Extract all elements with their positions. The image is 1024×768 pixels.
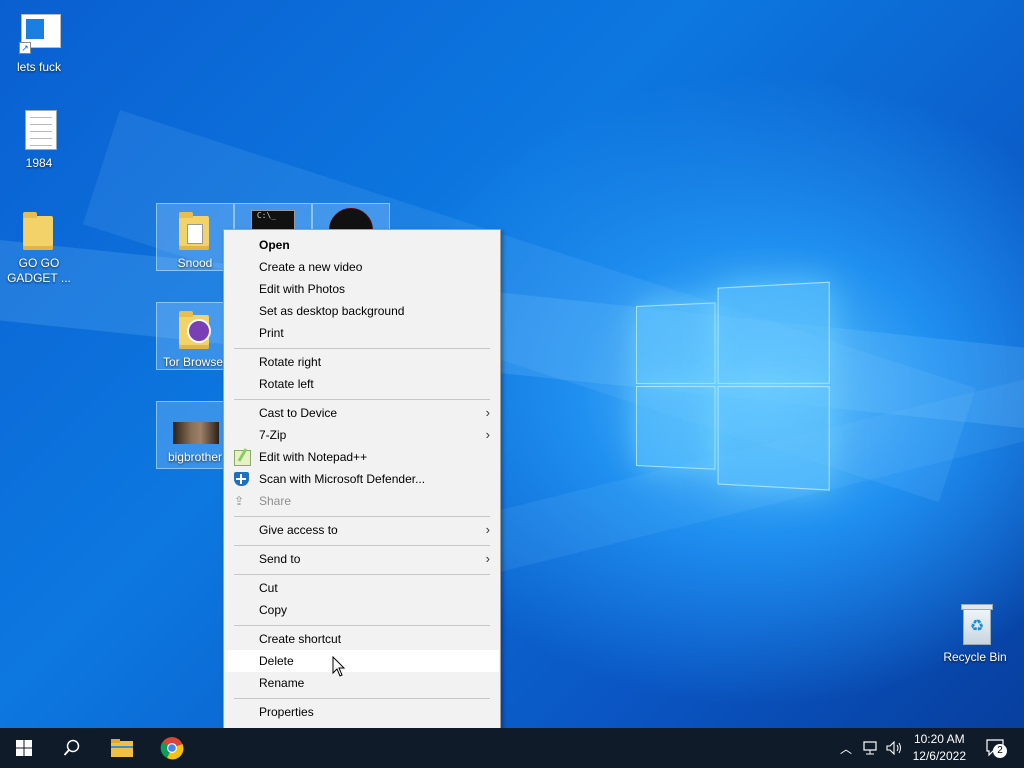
menu-item-create-shortcut[interactable]: Create shortcut (225, 628, 499, 650)
chevron-right-icon: › (485, 522, 490, 537)
folder-icon (17, 208, 61, 252)
file-explorer-icon (111, 739, 133, 757)
icon-label: Tor Browser (162, 355, 227, 369)
menu-item-7zip[interactable]: 7-Zip › (225, 424, 499, 446)
menu-separator (234, 625, 490, 626)
icon-label: 1984 (25, 156, 53, 170)
windows-start-icon (16, 740, 32, 756)
menu-item-rotate-right[interactable]: Rotate right (225, 351, 499, 373)
recycle-bin-icon: ♻ (953, 602, 997, 646)
search-button[interactable] (48, 728, 96, 768)
image-thumbnail-icon (173, 416, 219, 446)
desktop-icon-bigbrother[interactable]: bigbrother (156, 401, 234, 469)
file-explorer-button[interactable] (98, 728, 146, 768)
icon-label: GO GO GADGET ... (7, 256, 71, 285)
chrome-button[interactable] (148, 728, 196, 768)
network-button[interactable] (860, 728, 882, 768)
menu-item-rotate-left[interactable]: Rotate left (225, 373, 499, 395)
folder-icon (173, 208, 217, 252)
menu-item-edit-with-photos[interactable]: Edit with Photos (225, 278, 499, 300)
menu-item-print[interactable]: Print (225, 322, 499, 344)
icon-label: Recycle Bin (943, 650, 1007, 664)
menu-item-send-to[interactable]: Send to › (225, 548, 499, 570)
chevron-right-icon: › (485, 551, 490, 566)
chevron-up-icon: ︿ (839, 741, 852, 756)
menu-item-scan-defender[interactable]: Scan with Microsoft Defender... (225, 468, 499, 490)
menu-item-cast-to-device[interactable]: Cast to Device › (225, 402, 499, 424)
menu-item-give-access-to[interactable]: Give access to › (225, 519, 499, 541)
clock-date: 12/6/2022 (912, 749, 966, 763)
taskbar: ︿ 10:20 AM 12/6/2022 2 (0, 728, 1024, 768)
windows-logo (636, 279, 830, 491)
desktop[interactable]: ↗ lets fuck 1984 GO GO GADGET ... Snood … (0, 0, 1024, 728)
notification-count-badge: 2 (993, 744, 1007, 758)
desktop-icon-lets-fuck[interactable]: ↗ lets fuck (1, 12, 77, 75)
menu-item-cut[interactable]: Cut (225, 577, 499, 599)
desktop-icon-recycle-bin[interactable]: ♻ Recycle Bin (937, 602, 1013, 665)
chrome-icon (160, 737, 184, 760)
chevron-right-icon: › (485, 427, 490, 442)
icon-label: Snood (177, 256, 213, 270)
mouse-cursor-icon (332, 656, 346, 677)
clock[interactable]: 10:20 AM 12/6/2022 (913, 731, 966, 765)
volume-icon (886, 741, 901, 755)
menu-item-edit-with-notepadpp[interactable]: Edit with Notepad++ (225, 446, 499, 468)
tor-browser-icon (173, 307, 217, 351)
menu-item-share: ⇪ Share (234, 494, 292, 508)
menu-separator (234, 348, 490, 349)
menu-item-set-desktop-background[interactable]: Set as desktop background (225, 300, 499, 322)
context-menu: Open Create a new video Edit with Photos… (223, 229, 501, 728)
menu-separator (234, 399, 490, 400)
menu-separator (234, 698, 490, 699)
menu-separator (234, 574, 490, 575)
share-icon: ⇪ (234, 494, 245, 508)
menu-item-open[interactable]: Open (225, 234, 499, 256)
shortcut-icon: ↗ (17, 12, 61, 56)
volume-button[interactable] (884, 728, 906, 768)
menu-separator (234, 545, 490, 546)
notepadpp-icon (234, 448, 251, 466)
desktop-icon-1984[interactable]: 1984 (1, 108, 77, 171)
action-center-button[interactable]: 2 (978, 728, 1014, 768)
menu-item-rename[interactable]: Rename (225, 672, 499, 694)
menu-item-properties[interactable]: Properties (225, 701, 499, 723)
text-document-icon (17, 108, 61, 152)
menu-item-copy[interactable]: Copy (225, 599, 499, 621)
desktop-icon-snood[interactable]: Snood (156, 203, 234, 271)
desktop-icon-go-go-gadget[interactable]: GO GO GADGET ... (1, 208, 77, 286)
clock-time: 10:20 AM (913, 732, 965, 746)
search-icon (63, 739, 80, 756)
start-button[interactable] (0, 728, 48, 768)
menu-item-delete[interactable]: Delete (225, 650, 499, 672)
icon-label: lets fuck (16, 60, 61, 74)
desktop-icon-tor-browser[interactable]: Tor Browser (156, 302, 234, 370)
show-hidden-icons-button[interactable]: ︿ (836, 728, 856, 768)
menu-separator (234, 516, 490, 517)
menu-item-create-new-video[interactable]: Create a new video (225, 256, 499, 278)
chevron-right-icon: › (485, 405, 490, 420)
defender-icon (234, 472, 249, 486)
icon-label: bigbrother (167, 450, 223, 464)
network-icon (863, 741, 877, 755)
